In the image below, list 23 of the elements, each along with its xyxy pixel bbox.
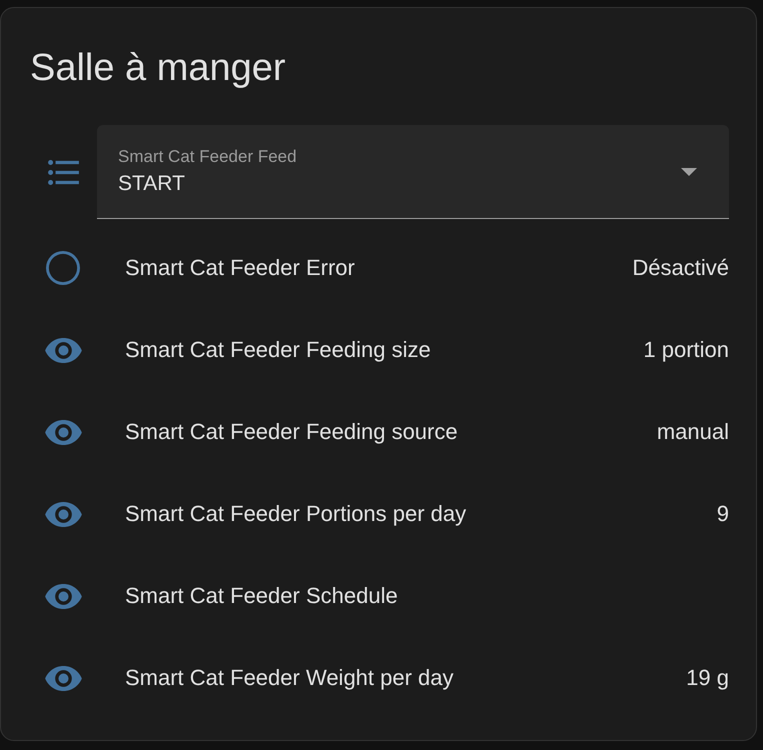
entity-name: Smart Cat Feeder Weight per day [125,664,455,692]
entity-name: Smart Cat Feeder Schedule [125,582,399,610]
list-icon [48,160,78,184]
dropdown-field[interactable]: Smart Cat Feeder Feed START [97,125,729,219]
entity-name: Smart Cat Feeder Portions per day [125,500,468,528]
eye-icon [44,666,82,690]
entity-name: Smart Cat Feeder Error [125,254,356,282]
entity-state: 9 [716,500,729,528]
field-value: START [118,171,185,197]
eye-icon [44,338,82,362]
caret-icon [681,168,697,176]
entity-name: Smart Cat Feeder Feeding source [125,418,459,446]
eye-icon [44,502,82,526]
entity-state: 1 portion [643,336,729,364]
card-title: Salle à manger [29,46,286,91]
entity-state: 19 g [686,664,729,692]
entity-state: Désactivé [632,254,729,282]
eye-icon [44,420,82,444]
field-label: Smart Cat Feeder Feed [118,147,297,167]
circle-outline-icon [46,251,80,285]
entity-name: Smart Cat Feeder Feeding size [125,336,432,364]
entity-state: manual [656,418,729,446]
eye-icon [44,584,82,608]
